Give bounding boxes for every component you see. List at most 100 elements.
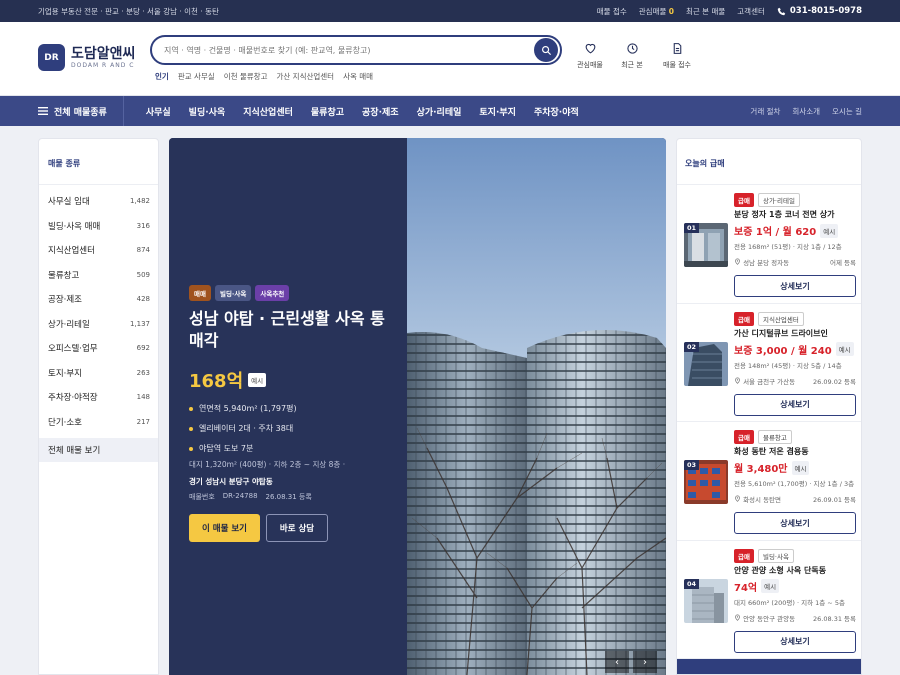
nav-item[interactable]: 물류창고 [311, 105, 344, 118]
hero-price-value: 168억 [189, 371, 244, 392]
detail-button[interactable]: 상세보기 [734, 275, 856, 297]
sidebar-item[interactable]: 오피스텔·업무 692 [39, 336, 158, 361]
urgent-card[interactable]: 04 급매 빌딩·사옥 안양 관양 소형 사옥 단독동 74억 예시 대지 660m² (2… [677, 541, 861, 659]
listing-thumbnail[interactable]: 02 [684, 341, 728, 386]
nav-sub-item[interactable]: 회사소개 [792, 106, 820, 117]
sidebar-item[interactable]: 빌딩·사옥 매매 316 [39, 214, 158, 239]
hero-features: 연면적 5,940m² (1,797평) 엘리베이터 2대 · 주차 38대 야… [189, 403, 297, 454]
sidebar-item[interactable]: 주차장·야적장 148 [39, 385, 158, 410]
sidebar-item-label: 상가·리테일 [48, 319, 90, 330]
card-location: 화성시 동탄면 [734, 494, 781, 504]
popular-keyword[interactable]: 가산 지식산업센터 [277, 71, 335, 82]
nav-sub-item[interactable]: 오시는 길 [832, 106, 862, 117]
link-recent[interactable]: 최근 본 매물 [686, 6, 725, 17]
link-list-property[interactable]: 매물 접수 [597, 6, 627, 17]
card-title[interactable]: 화성 동탄 저온 겸용동 [734, 446, 809, 457]
search-icon [541, 45, 551, 55]
card-meta: 대지 660m² (200평) · 지하 1층 ~ 5층 [734, 598, 845, 607]
sidebar-item[interactable]: 물류창고 509 [39, 263, 158, 288]
sidebar-item[interactable]: 지식산업센터 874 [39, 238, 158, 263]
urgent-badge: 급매 [734, 311, 754, 326]
hero-banner: 매매 빌딩·사옥 사옥추천 성남 야탑 · 근린생활 사옥 통매각 168억 예… [169, 138, 666, 675]
nav-item[interactable]: 빌딩·사옥 [189, 105, 226, 118]
view-listing-button[interactable]: 이 매물 보기 [189, 514, 260, 542]
sidebar-item[interactable]: 상가·리테일 1,137 [39, 312, 158, 337]
sidebar-item[interactable]: 단기·소호 217 [39, 410, 158, 435]
hero-tags: 매매 빌딩·사옥 사옥추천 [189, 285, 290, 301]
card-price: 74억 [734, 582, 758, 594]
sidebar-item-count: 874 [136, 246, 150, 255]
favorites-button-label: 관심매물 [577, 61, 603, 69]
hero-title: 성남 야탑 · 근린생활 사옥 통매각 [189, 309, 385, 350]
hero-tag-type: 빌딩·사옥 [214, 285, 252, 301]
link-favorites[interactable]: 관심매물 0 [639, 6, 674, 17]
location-pin-icon [735, 258, 740, 265]
card-number: 04 [684, 578, 700, 589]
urgent-card[interactable]: 02 급매 지식산업센터 가산 디지털큐브 드라이브인 보증 3,000 / 월 240… [677, 304, 861, 422]
nav-item[interactable]: 상가·리테일 [417, 105, 462, 118]
card-title[interactable]: 안양 관양 소형 사옥 단독동 [734, 565, 826, 576]
detail-button[interactable]: 상세보기 [734, 512, 856, 534]
nav-item[interactable]: 주차장·야적 [534, 105, 579, 118]
listing-thumbnail[interactable]: 04 [684, 578, 728, 623]
consult-button[interactable]: 바로 상담 [266, 514, 328, 542]
prev-slide-button[interactable]: ‹ [605, 651, 629, 673]
next-slide-button[interactable]: › [633, 651, 657, 673]
list-property-label: 매물 접수 [663, 61, 691, 69]
recent-button[interactable]: 최근 본 [618, 42, 646, 70]
card-price: 보증 1억 / 월 620 [734, 227, 817, 238]
popular-keyword[interactable]: 판교 사무실 [178, 71, 215, 82]
popular-keyword[interactable]: 이천 물류창고 [224, 71, 268, 82]
search-button[interactable] [534, 38, 558, 62]
category-badge: 상가·리테일 [757, 193, 800, 207]
view-all-listings[interactable]: 전체 매물 보기 [39, 438, 158, 462]
card-meta: 전용 148m² (45평) · 지상 5층 / 14층 [734, 361, 842, 370]
all-categories-button[interactable]: 전체 매물종류 [38, 96, 124, 126]
nav-item[interactable]: 지식산업센터 [243, 105, 293, 118]
sidebar-item[interactable]: 공장·제조 428 [39, 287, 158, 312]
tagline: 기업용 부동산 전문 · 판교 · 분당 · 서울 강남 · 이천 · 동탄 [38, 6, 219, 16]
sidebar-item[interactable]: 토지·부지 263 [39, 361, 158, 386]
favorites-label: 관심매물 [638, 6, 667, 16]
card-title[interactable]: 가산 디지털큐브 드라이브인 [734, 328, 828, 339]
sidebar-item-label: 단기·소호 [48, 417, 82, 428]
location-pin-icon [735, 614, 740, 621]
sidebar-item[interactable]: 사무실 임대 1,482 [39, 189, 158, 214]
detail-button[interactable]: 상세보기 [734, 630, 856, 653]
card-number: 01 [684, 223, 700, 233]
card-title[interactable]: 분당 정자 1층 코너 전면 상가 [734, 209, 834, 220]
listing-thumbnail[interactable]: 03 [684, 460, 728, 504]
category-badge: 물류창고 [757, 430, 792, 444]
logo-name: 도담알앤씨 [71, 46, 136, 62]
recent-button-label: 최근 본 [621, 61, 643, 69]
urgent-card[interactable]: 01 급매 상가·리테일 분당 정자 1층 코너 전면 상가 보증 1억 / 월 620… [677, 185, 861, 304]
link-support[interactable]: 고객센터 [737, 6, 765, 17]
feature-item: 연면적 5,940m² (1,797평) [189, 403, 297, 414]
detail-button[interactable]: 상세보기 [734, 393, 856, 416]
sidebar-item-count: 1,137 [129, 319, 150, 328]
panel-footer[interactable] [677, 659, 861, 674]
nav-item[interactable]: 사무실 [146, 105, 171, 118]
hero-tag-deal: 매매 [189, 285, 211, 301]
nav-item[interactable]: 공장·제조 [362, 105, 399, 118]
sidebar-item-count: 263 [136, 368, 150, 377]
list-property-button[interactable]: 매물 접수 [660, 42, 694, 70]
search-input[interactable] [164, 45, 534, 55]
logo[interactable]: DR 도담알앤씨 DODAM R AND C [38, 44, 135, 71]
card-location: 서울 금천구 가산동 [734, 376, 795, 386]
sidebar-item-count: 692 [136, 344, 150, 353]
favorites-button[interactable]: 관심매물 [576, 42, 604, 70]
nav-item[interactable]: 토지·부지 [479, 105, 516, 118]
urgent-card[interactable]: 03 급매 물류창고 화성 동탄 저온 겸용동 월 3,480만 예시 전용 5,610m²… [677, 422, 861, 541]
listing-thumbnail[interactable]: 01 [684, 223, 728, 267]
nav-sub-item[interactable]: 거래 절차 [750, 106, 780, 117]
card-meta: 전용 168m² (51평) · 지상 1층 / 12층 [734, 243, 842, 251]
popular-keyword[interactable]: 사옥 매매 [343, 71, 373, 82]
hero-info: 매매 빌딩·사옥 사옥추천 성남 야탑 · 근린생활 사옥 통매각 168억 예… [169, 138, 407, 675]
heart-icon [585, 43, 595, 54]
hero-meta: 대지 1,320m² (400평) · 지하 2층 ~ 지상 8층 · [189, 460, 346, 469]
urgent-title: 오늘의 급매 [677, 139, 861, 185]
card-meta: 전용 5,610m² (1,700평) · 지상 1층 / 3층 [734, 480, 855, 488]
card-location: 안양 동안구 관양동 [734, 613, 795, 623]
phone-link[interactable]: 031-8015-0978 [777, 6, 862, 16]
